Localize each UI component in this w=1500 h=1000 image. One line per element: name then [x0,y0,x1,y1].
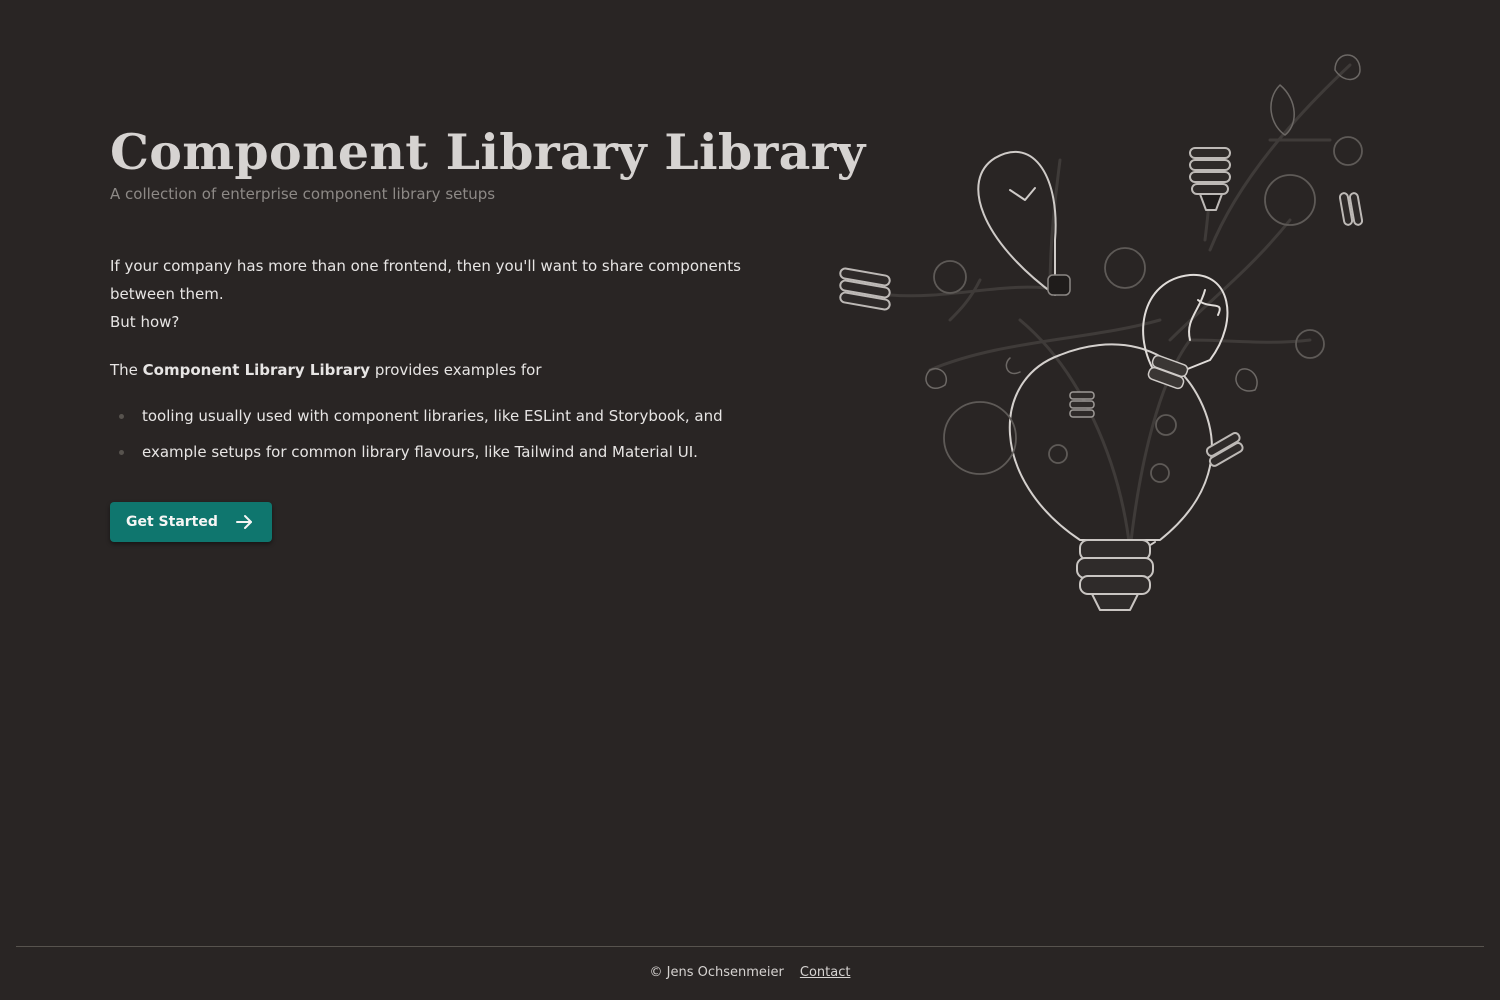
page-title: Component Library Library [110,123,866,181]
hero: Component Library Library A collection o… [110,120,866,542]
lead-brand: Component Library Library [142,361,371,379]
footer-divider [16,946,1484,947]
intro-line-1: If your company has more than one fronte… [110,257,741,303]
bullet-icon [119,414,124,419]
lead-prefix: The [110,361,143,379]
feature-list: tooling usually used with component libr… [110,404,810,464]
lead-paragraph: The Component Library Library provides e… [110,356,810,384]
lightbulb-sketch-illustration [830,40,1390,630]
page-subtitle: A collection of enterprise component lib… [110,185,496,203]
intro-line-2: But how? [110,313,180,331]
get-started-button[interactable]: Get Started [110,502,272,542]
list-item: example setups for common library flavou… [110,440,810,464]
arrow-right-icon [234,512,254,532]
lead-suffix: provides examples for [370,361,542,379]
bullet-icon [119,450,124,455]
list-item: tooling usually used with component libr… [110,404,810,428]
page: Component Library Library A collection o… [0,0,1500,1000]
feature-text: tooling usually used with component libr… [142,407,723,425]
get-started-label: Get Started [126,514,218,530]
intro-paragraph: If your company has more than one fronte… [110,252,810,336]
footer-copyright: © Jens Ochsenmeier [649,965,784,980]
contact-link[interactable]: Contact [800,965,851,980]
footer: © Jens Ochsenmeier Contact [0,962,1500,984]
feature-text: example setups for common library flavou… [142,443,698,461]
